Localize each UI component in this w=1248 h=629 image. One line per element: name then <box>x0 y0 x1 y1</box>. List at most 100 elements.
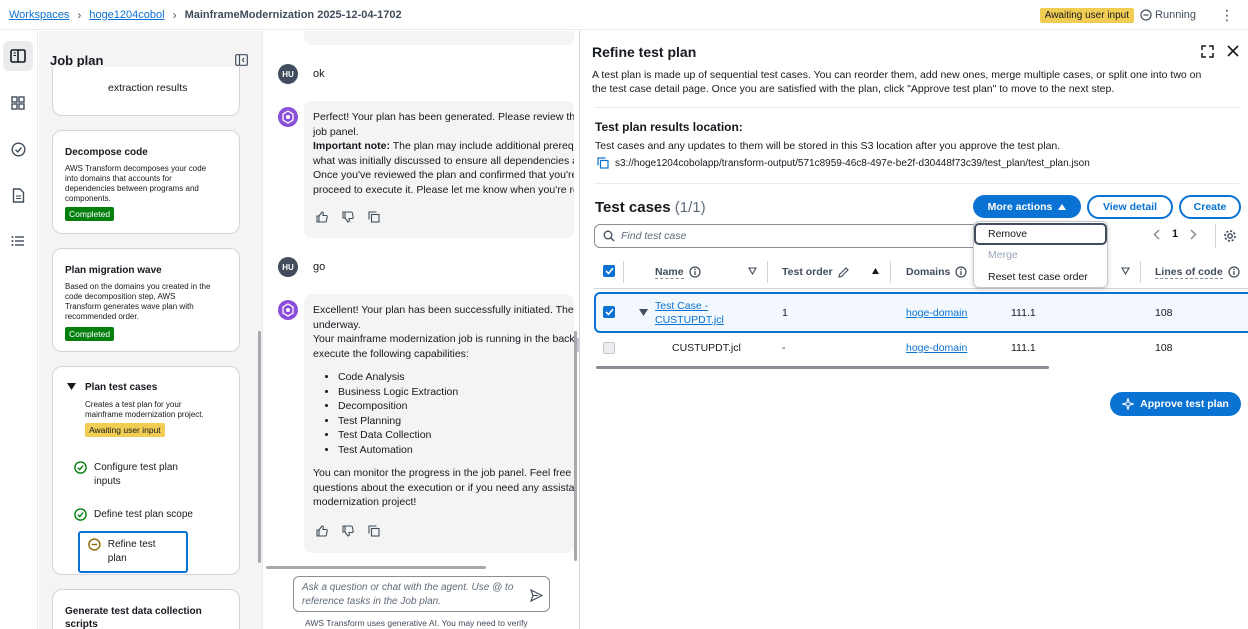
book-icon <box>10 49 26 63</box>
test-cases-count: (1/1) <box>674 199 706 216</box>
step-card-text: extraction results <box>108 82 188 94</box>
refine-test-plan-panel: Refine test plan A test plan is made up … <box>579 31 1248 629</box>
test-case-name-link[interactable]: Test Case - CUSTUPDT.jcl <box>655 299 724 327</box>
running-icon <box>1140 9 1152 21</box>
worklog-nav-button[interactable] <box>3 226 33 256</box>
info-icon[interactable] <box>955 266 967 278</box>
step-card-generate-scripts[interactable]: Generate test data collection scripts <box>52 589 240 629</box>
column-divider <box>623 261 624 283</box>
copy-icon[interactable] <box>368 525 380 537</box>
menu-item-remove[interactable]: Remove <box>974 223 1107 245</box>
info-icon[interactable] <box>1228 266 1240 278</box>
check-icon <box>604 308 614 316</box>
more-options-icon[interactable]: ⋮ <box>1220 8 1234 22</box>
previous-message <box>304 31 574 45</box>
column-header-lines-of-code[interactable]: Lines of code <box>1155 259 1240 285</box>
approve-test-plan-button[interactable]: Approve test plan <box>1110 392 1241 416</box>
dashboard-nav-button[interactable] <box>3 88 33 118</box>
search-icon <box>603 230 615 242</box>
thumbs-down-icon[interactable] <box>342 525 354 537</box>
copy-icon[interactable] <box>597 157 609 169</box>
horizontal-scrollbar[interactable] <box>596 366 1049 369</box>
panel-description: A test plan is made up of sequential tes… <box>592 69 1202 95</box>
edit-icon <box>837 266 849 278</box>
completed-badge: Completed <box>65 327 115 341</box>
column-header-domains[interactable]: Domains <box>906 259 967 285</box>
scrollbar[interactable] <box>574 331 577 561</box>
menu-item-reset-order[interactable]: Reset test case order <box>974 266 1107 288</box>
status-badge: Awaiting user input <box>1039 7 1135 23</box>
select-all-checkbox[interactable] <box>603 265 615 277</box>
assistant-avatar-icon <box>278 300 298 320</box>
sort-ascending-icon[interactable] <box>871 267 880 275</box>
breadcrumb-workspace[interactable]: hoge1204cobol <box>89 9 164 21</box>
list-icon <box>11 236 24 246</box>
page-number[interactable]: 1 <box>1172 228 1178 240</box>
artifacts-nav-button[interactable] <box>3 180 33 210</box>
step-description: Creates a test plan for your mainframe m… <box>85 400 204 419</box>
user-avatar: HU <box>278 257 298 277</box>
step-title: Generate test data collection scripts <box>65 606 202 629</box>
step-card-decompose-code[interactable]: Decompose code AWS Transform decomposes … <box>52 130 240 234</box>
scrollbar[interactable] <box>258 331 261 563</box>
info-icon[interactable] <box>689 266 701 278</box>
tasks-nav-button[interactable] <box>3 134 33 164</box>
sparkle-icon <box>1122 398 1135 410</box>
caret-down-icon[interactable] <box>639 309 648 316</box>
nav-rail <box>0 31 38 629</box>
lines-of-code-cell: 108 <box>1155 342 1173 354</box>
collapse-panel-icon[interactable] <box>235 54 248 66</box>
check-icon <box>604 267 614 275</box>
column-header-test-order[interactable]: Test order <box>782 259 849 285</box>
chat-input[interactable]: Ask a question or chat with the agent. U… <box>293 576 550 612</box>
send-icon[interactable] <box>530 589 543 602</box>
column-divider <box>890 261 891 283</box>
substep-configure-test-plan-inputs[interactable]: Configure test plan inputs <box>74 461 178 489</box>
test-case-name-cell: CUSTUPDT.jcl <box>672 342 741 354</box>
value-cell: 111.1 <box>1011 307 1036 319</box>
document-icon <box>12 187 24 203</box>
caret-down-icon[interactable] <box>67 383 76 391</box>
step-title: Plan test cases <box>85 382 158 393</box>
step-card-plan-migration-wave[interactable]: Plan migration wave Based on the domains… <box>52 248 240 352</box>
domain-link[interactable]: hoge-domain <box>906 307 967 319</box>
divider <box>1215 224 1216 248</box>
domain-link[interactable]: hoge-domain <box>906 342 967 354</box>
create-button[interactable]: Create <box>1179 195 1241 219</box>
step-description: Based on the domains you created in the … <box>65 282 211 321</box>
horizontal-scrollbar[interactable] <box>266 566 486 569</box>
user-message: ok <box>313 68 325 80</box>
chevron-right-icon[interactable] <box>1190 228 1197 240</box>
location-title: Test plan results location: <box>595 120 743 134</box>
chevron-left-icon[interactable] <box>1153 228 1160 240</box>
thumbs-down-icon[interactable] <box>342 211 354 223</box>
sort-icon[interactable] <box>1121 267 1130 275</box>
gear-icon[interactable] <box>1223 229 1237 243</box>
sort-icon[interactable] <box>748 267 757 275</box>
test-order-cell: - <box>782 342 786 354</box>
row-checkbox[interactable] <box>603 306 615 318</box>
substep-define-test-plan-scope[interactable]: Define test plan scope <box>74 508 193 522</box>
expand-icon[interactable] <box>1201 45 1214 58</box>
search-placeholder: Find test case <box>621 230 687 242</box>
close-icon[interactable] <box>1227 45 1239 57</box>
column-header-name[interactable]: Name <box>655 259 701 285</box>
check-circle-icon <box>10 141 26 157</box>
caret-up-icon <box>1058 203 1067 210</box>
thumbs-up-icon[interactable] <box>316 211 328 223</box>
step-title: Decompose code <box>65 147 148 158</box>
more-actions-button[interactable]: More actions <box>973 195 1081 218</box>
column-divider <box>767 261 768 283</box>
view-detail-button[interactable]: View detail <box>1087 195 1173 219</box>
row-checkbox <box>603 342 615 354</box>
step-card-extraction[interactable]: extraction results <box>52 67 240 116</box>
breadcrumb-workspaces[interactable]: Workspaces <box>9 9 69 21</box>
job-plan-nav-button[interactable] <box>3 41 33 71</box>
copy-icon[interactable] <box>368 211 380 223</box>
header-divider <box>594 288 1248 289</box>
substep-refine-test-plan[interactable]: Refine test plan <box>78 531 188 573</box>
thumbs-up-icon[interactable] <box>316 525 328 537</box>
user-message: go <box>313 261 326 273</box>
top-bar: Workspaces › hoge1204cobol › MainframeMo… <box>0 0 1248 30</box>
search-input[interactable]: Find test case <box>594 224 982 248</box>
